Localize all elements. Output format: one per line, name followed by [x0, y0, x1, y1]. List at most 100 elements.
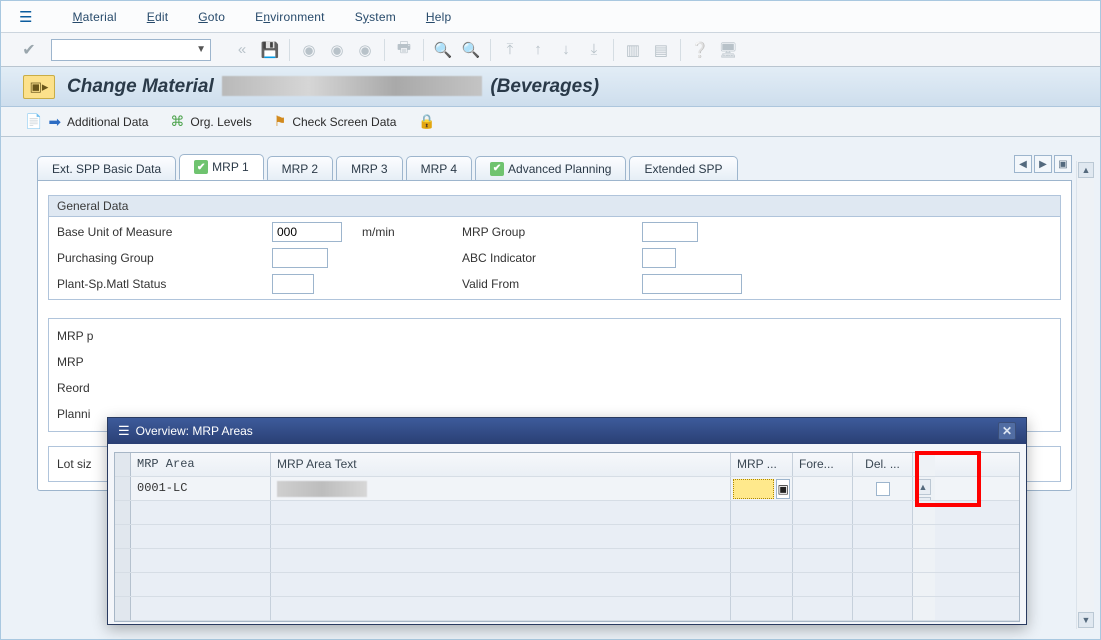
- general-data-fields: Base Unit of Measure m/min MRP Group Pur…: [48, 217, 1061, 300]
- views-icon[interactable]: ▣▸: [23, 75, 55, 99]
- first-page-icon[interactable]: ⤒: [499, 39, 521, 61]
- general-data-section: General Data: [48, 195, 1061, 217]
- tab-nav-list[interactable]: ▣: [1054, 155, 1072, 173]
- mrp-group-input[interactable]: [642, 222, 698, 242]
- menu-material[interactable]: Material: [72, 10, 116, 24]
- menu-environment[interactable]: Environment: [255, 10, 325, 24]
- transaction-combo[interactable]: ▼: [51, 39, 211, 61]
- separator: [680, 39, 681, 61]
- buom-text: m/min: [362, 225, 462, 239]
- title-suffix: (Beverages): [485, 76, 599, 97]
- buom-input[interactable]: [272, 222, 342, 242]
- tab-mrp3[interactable]: MRP 3: [336, 156, 402, 180]
- scroll-down-icon[interactable]: ▼: [1078, 612, 1094, 628]
- dialog-titlebar: ☰ Overview: MRP Areas ✕: [108, 418, 1026, 444]
- tab-mrp4[interactable]: MRP 4: [406, 156, 472, 180]
- row-selector[interactable]: [115, 477, 131, 500]
- col-delete[interactable]: Del. ...: [853, 453, 913, 476]
- shortcut-icon[interactable]: ▤: [650, 39, 672, 61]
- title-bar: ▣▸ Change Material (Beverages): [1, 67, 1100, 107]
- org-levels-button[interactable]: ⌘ Org. Levels: [170, 113, 251, 130]
- tab-mrp1[interactable]: ✔ MRP 1: [179, 154, 263, 180]
- col-scroll-side: ▲ ▼: [913, 477, 935, 500]
- table-scroll-up[interactable]: ▲: [915, 479, 931, 495]
- table-header-row: MRP Area MRP Area Text MRP ... Fore... D…: [115, 453, 1019, 477]
- col-forecast[interactable]: Fore...: [793, 453, 853, 476]
- back-icon[interactable]: ◉: [298, 39, 320, 61]
- page-title: Change Material (Beverages): [67, 76, 599, 98]
- mrp-areas-dialog: ☰ Overview: MRP Areas ✕ MRP Area MRP Are…: [107, 417, 1027, 625]
- lock-button[interactable]: 🔒: [418, 113, 435, 130]
- table-row[interactable]: 0001-LC ▣ ▲ ▼: [115, 477, 1019, 501]
- menu-goto[interactable]: Goto: [198, 10, 225, 24]
- find-icon[interactable]: 🔍: [432, 39, 454, 61]
- row-selector-head[interactable]: [115, 453, 131, 476]
- tab-nav: ◀ ▶ ▣: [1014, 155, 1072, 173]
- cell-mrp[interactable]: ▣: [731, 477, 793, 500]
- table-row[interactable]: [115, 597, 1019, 621]
- table-row[interactable]: [115, 525, 1019, 549]
- menu-edit[interactable]: Edit: [147, 10, 169, 24]
- additional-data-label: Additional Data: [67, 115, 148, 129]
- cell-forecast[interactable]: [793, 477, 853, 500]
- ok-icon[interactable]: ✔: [19, 40, 39, 60]
- tab-extended-spp[interactable]: Extended SPP: [629, 156, 737, 180]
- scroll-up-icon[interactable]: ▲: [1078, 162, 1094, 178]
- mrp-procedure-label: MRP p: [57, 329, 93, 343]
- plant-status-input[interactable]: [272, 274, 314, 294]
- next-page-icon[interactable]: ↓: [555, 39, 577, 61]
- additional-data-button[interactable]: 📄 ➡ Additional Data: [25, 113, 148, 131]
- valid-from-input[interactable]: [642, 274, 742, 294]
- separator: [613, 39, 614, 61]
- separator: [289, 39, 290, 61]
- layout-icon[interactable]: 🖥: [717, 39, 739, 61]
- table-row[interactable]: [115, 573, 1019, 597]
- col-mrp[interactable]: MRP ...: [731, 453, 793, 476]
- cell-delete[interactable]: [853, 477, 913, 500]
- col-scroll-head: [913, 453, 935, 476]
- cancel-icon[interactable]: ◉: [354, 39, 376, 61]
- menu-system[interactable]: System: [355, 10, 396, 24]
- tab-advanced-planning[interactable]: ✔ Advanced Planning: [475, 156, 626, 180]
- col-mrp-area[interactable]: MRP Area: [131, 453, 271, 476]
- col-mrp-area-text[interactable]: MRP Area Text: [271, 453, 731, 476]
- tab-nav-left[interactable]: ◀: [1014, 155, 1032, 173]
- cell-mrp-area[interactable]: 0001-LC: [131, 477, 271, 500]
- new-session-icon[interactable]: ▥: [622, 39, 644, 61]
- exit-icon[interactable]: ◉: [326, 39, 348, 61]
- dialog-body: MRP Area MRP Area Text MRP ... Fore... D…: [108, 444, 1026, 626]
- separator: [423, 39, 424, 61]
- check-screen-label: Check Screen Data: [292, 115, 396, 129]
- system-menu-icon[interactable]: ☰: [19, 8, 32, 26]
- prev-page-icon[interactable]: ↑: [527, 39, 549, 61]
- table-row[interactable]: [115, 501, 1019, 525]
- mrp-value-input[interactable]: [733, 479, 774, 499]
- cell-mrp-area-text[interactable]: [271, 477, 731, 500]
- abc-indicator-input[interactable]: [642, 248, 676, 268]
- arrow-right-icon: ➡: [48, 113, 61, 131]
- last-page-icon[interactable]: ⤓: [583, 39, 605, 61]
- purchasing-group-input[interactable]: [272, 248, 328, 268]
- print-icon[interactable]: 🖶: [393, 39, 415, 61]
- separator: [384, 39, 385, 61]
- dialog-menu-icon[interactable]: ☰: [118, 423, 130, 439]
- menu-help[interactable]: Help: [426, 10, 452, 24]
- content-scrollbar[interactable]: ▲ ▼: [1076, 161, 1094, 629]
- find-next-icon[interactable]: 🔍: [460, 39, 482, 61]
- org-levels-icon: ⌘: [170, 113, 184, 130]
- delete-checkbox[interactable]: [876, 482, 890, 496]
- help-icon[interactable]: ❔: [689, 39, 711, 61]
- table-row[interactable]: [115, 549, 1019, 573]
- value-help-button[interactable]: ▣: [776, 479, 790, 499]
- redacted-material-id: [222, 76, 482, 96]
- chevron-back-icon[interactable]: «: [231, 39, 253, 61]
- additional-data-icon: 📄: [25, 113, 42, 130]
- tab-check-icon: ✔: [194, 160, 208, 174]
- tab-nav-right[interactable]: ▶: [1034, 155, 1052, 173]
- check-screen-button[interactable]: ⚑ Check Screen Data: [274, 113, 397, 130]
- dialog-close-button[interactable]: ✕: [998, 422, 1016, 440]
- tab-mrp2[interactable]: MRP 2: [267, 156, 333, 180]
- tab-ext-spp-basic[interactable]: Ext. SPP Basic Data: [37, 156, 176, 180]
- table-scroll-down[interactable]: ▼: [915, 497, 931, 500]
- save-icon[interactable]: 💾: [259, 39, 281, 61]
